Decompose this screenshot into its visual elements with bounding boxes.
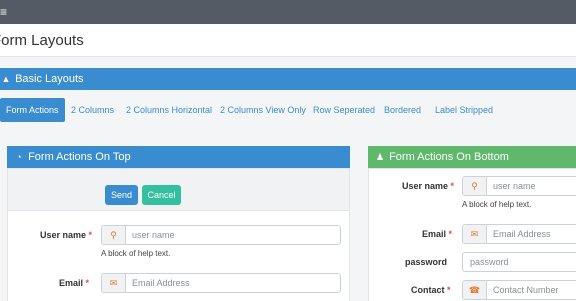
email-field[interactable]: ✉ Email Address (101, 273, 341, 293)
bottom-username-field[interactable]: ⚲ user name (462, 176, 576, 196)
username-label: User name * (40, 230, 93, 240)
envelope-icon: ✉ (463, 225, 487, 243)
user-icon: ⚲ (102, 226, 126, 244)
tab-bordered[interactable]: Bordered (384, 98, 421, 122)
layout-tabs: Form Actions 2 Columns 2 Columns Horizon… (0, 98, 576, 122)
tab-2-columns[interactable]: 2 Columns (71, 98, 114, 122)
bottom-email-placeholder: Email Address (493, 229, 551, 239)
page-header: Form Layouts (0, 24, 576, 57)
tab-2-columns-horizontal[interactable]: 2 Columns Horizontal (126, 98, 212, 122)
username-field[interactable]: ⚲ user name (101, 225, 341, 245)
form-actions-top-title: Form Actions On Top (28, 151, 131, 163)
bottom-username-placeholder: user name (493, 181, 536, 191)
user-icon: ⚲ (463, 177, 487, 195)
form-actions-bottom-heading: ♟ Form Actions On Bottom (368, 146, 576, 168)
bottom-password-placeholder: password (470, 257, 509, 267)
bottom-username-help-text: A block of help text. (462, 200, 532, 209)
send-button[interactable]: Send (105, 185, 138, 205)
top-navbar: ≡ (0, 0, 576, 24)
pie-chart-icon: ◔ (16, 152, 22, 162)
bottom-password-field[interactable]: password (462, 252, 576, 272)
username-placeholder: user name (132, 230, 175, 240)
bottom-contact-field[interactable]: ☎ Contact Number (462, 280, 576, 300)
basic-layouts-heading: ▲ Basic Layouts (0, 68, 576, 90)
bell-icon: ▲ (1, 74, 11, 84)
bottom-email-label: Email * (422, 229, 453, 239)
cancel-button[interactable]: Cancel (142, 185, 181, 205)
tab-row-seperated[interactable]: Row Seperated (313, 98, 375, 122)
phone-icon: ☎ (463, 281, 487, 299)
page-title: Form Layouts (0, 32, 84, 49)
basic-layouts-title: Basic Layouts (15, 73, 84, 85)
bottom-password-label: password (405, 257, 448, 267)
tab-form-actions[interactable]: Form Actions (0, 98, 65, 122)
email-placeholder: Email Address (132, 278, 190, 288)
form-actions-bottom-title: Form Actions On Bottom (389, 151, 509, 163)
person-icon: ♟ (375, 152, 385, 162)
bottom-contact-label: Contact * (411, 285, 451, 295)
tab-2-columns-view-only[interactable]: 2 Columns View Only (220, 98, 306, 122)
bottom-email-field[interactable]: ✉ Email Address (462, 224, 576, 244)
form-actions-top-heading: ◔ Form Actions On Top (7, 146, 350, 168)
menu-icon[interactable]: ≡ (0, 5, 7, 19)
tab-label-stripped[interactable]: Label Stripped (435, 98, 493, 122)
email-label: Email * (59, 278, 90, 288)
bottom-username-label: User name * (402, 181, 455, 191)
envelope-icon: ✉ (102, 274, 126, 292)
username-help-text: A block of help text. (101, 249, 171, 258)
bottom-contact-placeholder: Contact Number (493, 285, 559, 295)
